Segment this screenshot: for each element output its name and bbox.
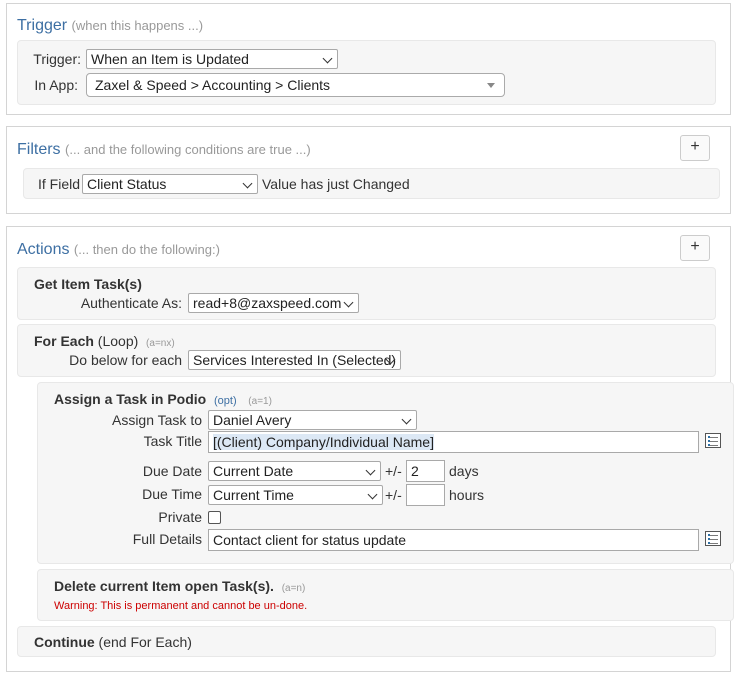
assign-task-opt-link[interactable]: (opt) bbox=[214, 395, 237, 407]
filters-title-text: Filters bbox=[17, 141, 61, 158]
chevron-down-icon bbox=[367, 489, 378, 500]
chevron-down-icon bbox=[365, 465, 376, 476]
due-date-value: Current Date bbox=[213, 463, 294, 479]
actions-hint: (... then do the following:) bbox=[73, 242, 220, 257]
filters-hint: (... and the following conditions are tr… bbox=[65, 142, 311, 157]
for-each-title: For Each (Loop) (a=nx) bbox=[34, 333, 175, 349]
full-details-input[interactable]: Contact client for status update bbox=[208, 529, 699, 551]
assign-task-box: Assign a Task in Podio (opt) (a=1) Assig… bbox=[37, 382, 734, 564]
do-below-select[interactable]: Services Interested In (Selected) bbox=[188, 350, 401, 370]
continue-box: Continue (end For Each) bbox=[17, 626, 716, 657]
trigger-box: Trigger: When an Item is Updated In App:… bbox=[17, 40, 716, 105]
due-time-value: Current Time bbox=[213, 487, 294, 503]
assign-task-header: Assign a Task in Podio (opt) (a=1) bbox=[54, 391, 272, 407]
filters-title: Filters (... and the following condition… bbox=[17, 141, 311, 159]
authenticate-as-value: read+8@zaxspeed.com bbox=[193, 295, 342, 311]
full-details-value: Contact client for status update bbox=[213, 532, 406, 548]
filter-field-value: Client Status bbox=[87, 176, 167, 192]
delete-warning: Warning: This is permanent and cannot be… bbox=[54, 600, 308, 612]
due-time-select[interactable]: Current Time bbox=[208, 485, 383, 505]
due-days-input[interactable]: 2 bbox=[406, 460, 445, 482]
chevron-down-icon bbox=[322, 53, 333, 64]
for-each-note: (a=nx) bbox=[146, 338, 175, 349]
full-details-label: Full Details bbox=[132, 531, 202, 547]
hours-label: hours bbox=[449, 487, 485, 503]
due-date-label: Due Date bbox=[142, 463, 202, 479]
assign-to-label: Assign Task to bbox=[111, 412, 202, 428]
due-time-plus-minus: +/- bbox=[385, 487, 402, 503]
delete-task-note: (a=n) bbox=[281, 583, 306, 594]
get-item-task-box: Get Item Task(s) Authenticate As: read+8… bbox=[17, 267, 716, 320]
filters-panel: Filters (... and the following condition… bbox=[6, 126, 731, 214]
field-picker-icon[interactable] bbox=[705, 433, 721, 448]
trigger-select[interactable]: When an Item is Updated bbox=[86, 49, 338, 69]
task-title-input[interactable]: [(Client) Company/Individual Name] bbox=[208, 431, 699, 453]
actions-title-text: Actions bbox=[17, 241, 70, 258]
in-app-select-value: Zaxel & Speed > Accounting > Clients bbox=[95, 77, 331, 93]
actions-title: Actions (... then do the following:) bbox=[17, 241, 220, 259]
field-picker-icon[interactable] bbox=[705, 531, 721, 546]
assign-task-note: (a=1) bbox=[248, 396, 272, 407]
assign-to-value: Daniel Avery bbox=[213, 412, 292, 428]
for-each-box: For Each (Loop) (a=nx) Do below for each… bbox=[17, 324, 716, 377]
due-days-value: 2 bbox=[411, 463, 419, 479]
private-label: Private bbox=[158, 509, 202, 525]
authenticate-as-label: Authenticate As: bbox=[80, 295, 182, 311]
for-each-title-text: For Each bbox=[34, 333, 94, 349]
dropdown-arrow-icon bbox=[487, 83, 495, 88]
continue-header: Continue (end For Each) bbox=[34, 634, 192, 650]
continue-sub: (end For Each) bbox=[98, 634, 192, 650]
delete-task-box: Delete current Item open Task(s). (a=n) … bbox=[37, 569, 734, 621]
due-hours-input[interactable] bbox=[406, 484, 445, 506]
get-item-task-title: Get Item Task(s) bbox=[34, 276, 142, 292]
trigger-panel: Trigger (when this happens ...) Trigger:… bbox=[6, 3, 731, 115]
filter-condition-text: Value has just Changed bbox=[262, 176, 410, 192]
trigger-label: Trigger: bbox=[33, 51, 81, 67]
filter-field-select[interactable]: Client Status bbox=[82, 174, 258, 194]
trigger-title-text: Trigger bbox=[17, 17, 68, 34]
do-below-value: Services Interested In (Selected) bbox=[193, 352, 397, 368]
filter-row-box: If Field Client Status Value has just Ch… bbox=[23, 168, 720, 199]
do-below-label: Do below for each bbox=[69, 352, 182, 368]
task-title-label: Task Title bbox=[143, 433, 202, 449]
due-time-label: Due Time bbox=[142, 486, 202, 502]
due-date-select[interactable]: Current Date bbox=[208, 461, 381, 481]
trigger-select-value: When an Item is Updated bbox=[91, 51, 249, 67]
actions-panel: Actions (... then do the following:) + G… bbox=[6, 226, 734, 672]
chevron-down-icon bbox=[401, 414, 412, 425]
delete-task-title: Delete current Item open Task(s). bbox=[54, 578, 274, 594]
chevron-down-icon bbox=[242, 178, 253, 189]
chevron-down-icon bbox=[343, 297, 354, 308]
trigger-hint: (when this happens ...) bbox=[71, 18, 204, 33]
add-filter-button[interactable]: + bbox=[680, 135, 710, 161]
authenticate-as-select[interactable]: read+8@zaxspeed.com bbox=[188, 293, 359, 313]
in-app-select[interactable]: Zaxel & Speed > Accounting > Clients bbox=[86, 73, 505, 97]
due-date-plus-minus: +/- bbox=[385, 463, 402, 479]
days-label: days bbox=[449, 463, 479, 479]
assign-task-title: Assign a Task in Podio bbox=[54, 391, 207, 407]
in-app-label: In App: bbox=[34, 77, 78, 93]
delete-task-header: Delete current Item open Task(s). (a=n) bbox=[54, 578, 305, 594]
assign-to-select[interactable]: Daniel Avery bbox=[208, 410, 417, 430]
task-title-value: [(Client) Company/Individual Name] bbox=[213, 434, 434, 450]
trigger-title: Trigger (when this happens ...) bbox=[17, 17, 203, 35]
if-field-label: If Field bbox=[37, 176, 80, 192]
for-each-loop: (Loop) bbox=[97, 333, 139, 349]
continue-title: Continue bbox=[34, 634, 95, 650]
add-action-button[interactable]: + bbox=[680, 235, 710, 261]
private-checkbox[interactable] bbox=[208, 511, 221, 524]
